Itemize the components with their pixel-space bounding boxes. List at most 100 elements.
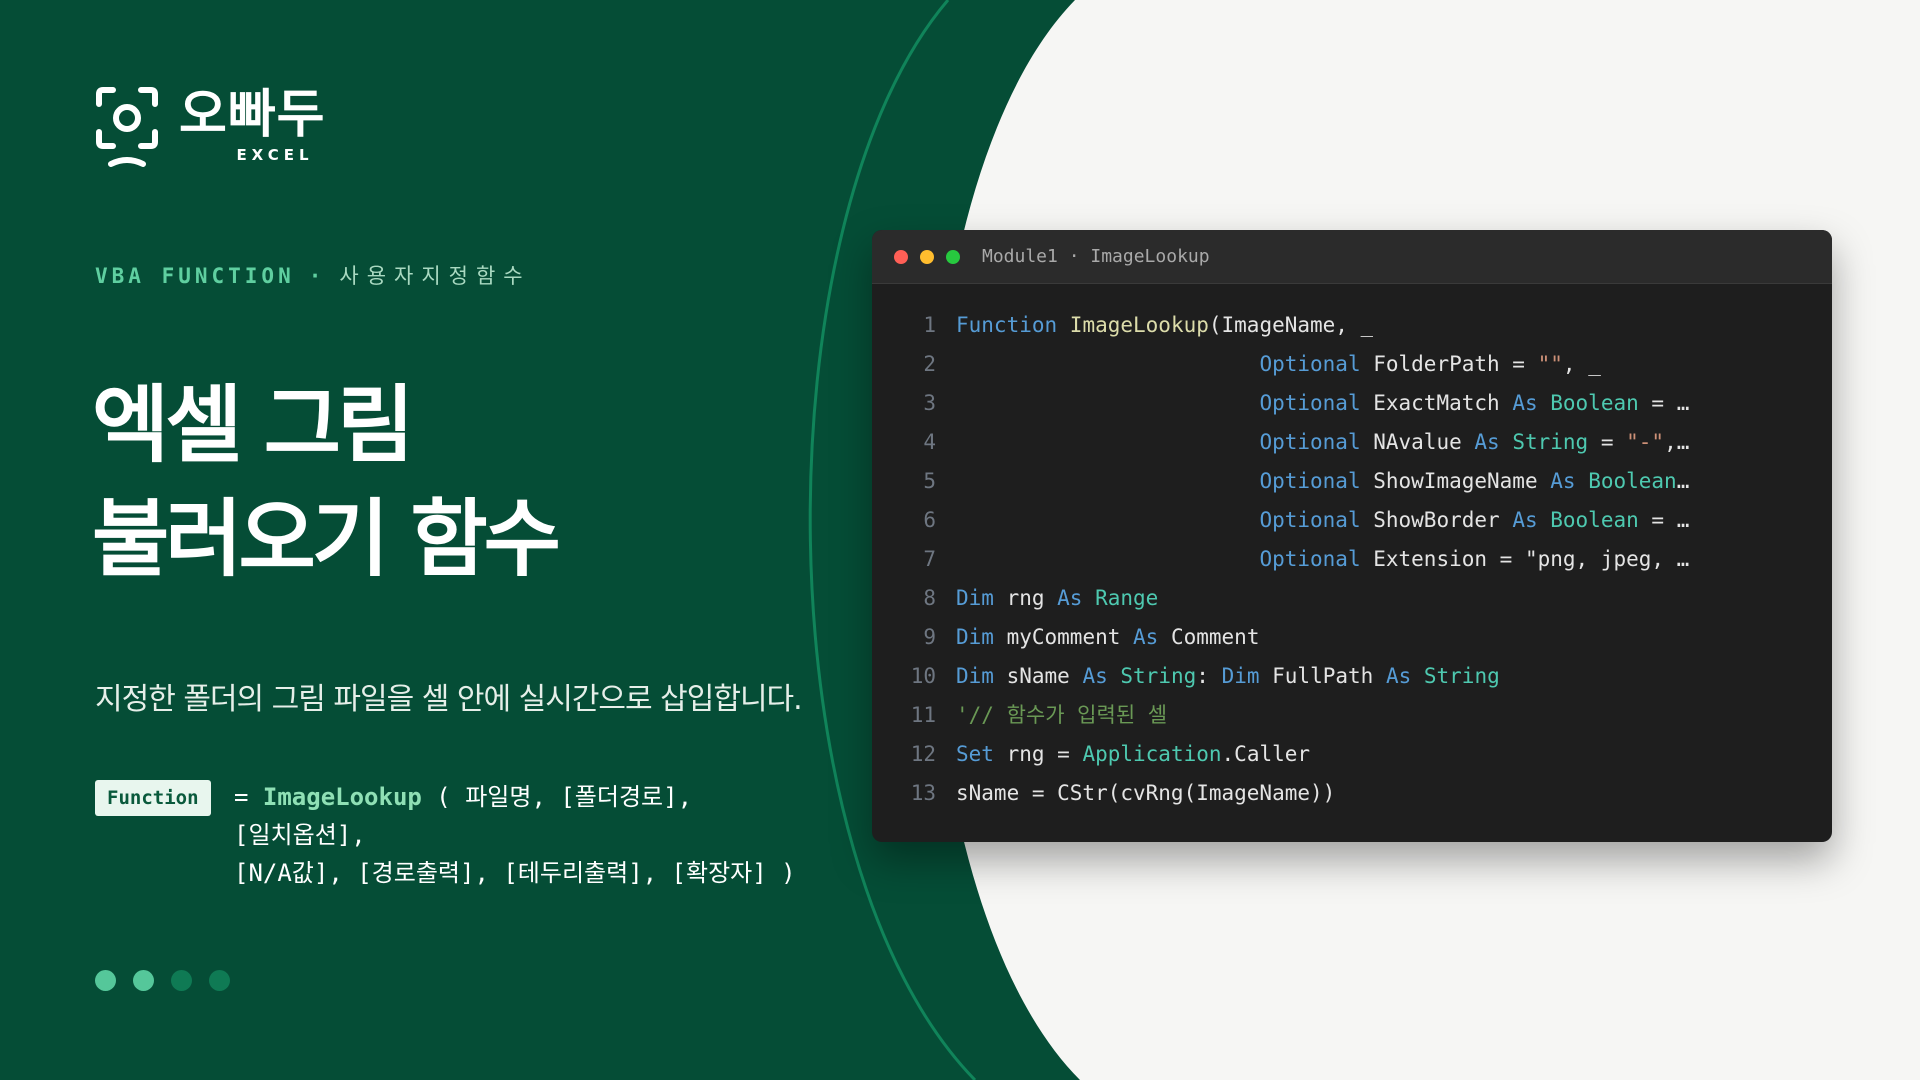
code-token: Boolean	[1537, 391, 1639, 415]
function-badge: Function	[95, 780, 211, 816]
code-token: NAvalue	[1360, 430, 1475, 454]
code-token: (ImageName, _	[1208, 313, 1374, 337]
title-line-2: 불러오기 함수	[92, 490, 561, 588]
code-token: As	[1512, 391, 1538, 415]
tagline-ko: 사용자지정함수	[339, 264, 531, 288]
code-token: ExactMatch	[1360, 391, 1513, 415]
line-number: 3	[923, 391, 936, 415]
line-number: 7	[923, 547, 936, 571]
window-close-button[interactable]	[894, 249, 908, 264]
code-token: '// 함수가 입력된 셀	[956, 703, 1168, 727]
code-token: sName = CStr(cvRng(ImageName))	[956, 781, 1336, 805]
line-number: 8	[923, 586, 936, 610]
code-token: As	[1133, 625, 1159, 649]
code-token: ShowImageName	[1360, 469, 1551, 493]
window-titlebar: Module1 · ImageLookup	[872, 230, 1832, 284]
code-token: As	[1550, 469, 1576, 493]
tagline-en: VBA FUNCTION	[95, 264, 295, 288]
line-number: 9	[923, 625, 936, 649]
code-line: 11 '// 함수가 입력된 셀	[872, 696, 1832, 735]
code-token: , _	[1562, 352, 1601, 376]
code-text: sName = CStr(cvRng(ImageName))	[956, 774, 1335, 813]
code-token: As	[1474, 430, 1500, 454]
window-title: Module1 · ImageLookup	[982, 246, 1210, 267]
code-token: Extension = "png, jpeg, …	[1360, 547, 1690, 571]
code-text: Optional ExactMatch As Boolean = …	[956, 384, 1689, 423]
code-token: "-"	[1626, 430, 1665, 454]
code-line: 10 Dim sName As String: Dim FullPath As S…	[872, 657, 1832, 696]
code-token: As	[1385, 664, 1412, 688]
line-number: 11	[910, 703, 936, 727]
brand-subtitle: EXCEL	[236, 146, 314, 164]
code-token: ImageLookup	[1069, 313, 1209, 337]
code-line: 1 Function ImageLookup(ImageName, _	[872, 306, 1832, 345]
code-token: As	[1082, 664, 1108, 688]
code-token: Optional	[1259, 430, 1361, 454]
code-token: Boolean	[1575, 469, 1677, 493]
code-token: Dim	[956, 586, 994, 610]
pager-dot[interactable]	[95, 970, 116, 991]
tagline-separator: ·	[308, 264, 326, 288]
code-token: Comment	[1158, 625, 1260, 649]
code-token: As	[1512, 508, 1538, 532]
window-maximize-button[interactable]	[946, 249, 960, 264]
syntax-line-1: = ImageLookup ( 파일명, [폴더경로],	[234, 778, 692, 816]
code-token: As	[1057, 586, 1083, 610]
code-line: 4 Optional NAvalue As String = "-",…	[872, 423, 1832, 462]
window-minimize-button[interactable]	[920, 249, 934, 264]
code-token: Application	[1082, 742, 1222, 766]
code-token: Dim	[956, 625, 994, 649]
code-token: ""	[1537, 352, 1563, 376]
code-token: =	[1588, 430, 1627, 454]
syntax-function-name: ImageLookup	[262, 783, 422, 811]
tagline: VBA FUNCTION · 사용자지정함수	[95, 260, 531, 290]
code-token: = …	[1638, 391, 1690, 415]
code-token: Optional	[1259, 391, 1361, 415]
code-text: Set rng = Application.Caller	[956, 735, 1310, 774]
code-area[interactable]: 1 Function ImageLookup(ImageName, _ 2 Opti…	[872, 284, 1832, 813]
line-number: 4	[923, 430, 936, 454]
code-token: …	[1676, 469, 1690, 493]
page-title: 엑셀 그림 불러오기 함수	[92, 368, 561, 596]
code-token: sName	[993, 664, 1083, 688]
code-token: Optional	[1259, 352, 1361, 376]
code-text: Optional Extension = "png, jpeg, …	[956, 540, 1689, 579]
code-line: 12 Set rng = Application.Caller	[872, 735, 1832, 774]
code-token: Optional	[1259, 508, 1361, 532]
description: 지정한 폴더의 그림 파일을 셀 안에 실시간으로 삽입합니다.	[95, 682, 803, 717]
title-line-1: 엑셀 그림	[92, 376, 414, 474]
code-line: 3 Optional ExactMatch As Boolean = …	[872, 384, 1832, 423]
code-token: Boolean	[1537, 508, 1639, 532]
code-line: 13 sName = CStr(cvRng(ImageName))	[872, 774, 1832, 813]
pager-dot[interactable]	[209, 970, 230, 991]
line-number: 1	[923, 313, 936, 337]
code-line: 6 Optional ShowBorder As Boolean = …	[872, 501, 1832, 540]
code-editor-window: Module1 · ImageLookup 1 Function ImageLoo…	[872, 230, 1832, 842]
pager-dot[interactable]	[133, 970, 154, 991]
code-token: rng	[993, 586, 1058, 610]
code-token: = …	[1638, 508, 1690, 532]
syntax-line-3: [N/A값], [경로출력], [테두리출력], [확장자] )	[234, 859, 796, 887]
brand-logo: 오빠두 EXCEL	[95, 86, 326, 170]
pager-dot[interactable]	[171, 970, 192, 991]
syntax-line-2: [일치옵션],	[234, 821, 366, 849]
code-token: Dim	[956, 664, 994, 688]
camera-face-icon	[96, 87, 158, 167]
code-token: String	[1107, 664, 1197, 688]
code-token: Optional	[1259, 469, 1361, 493]
line-number: 10	[910, 664, 936, 688]
line-number: 13	[910, 781, 936, 805]
code-text: '// 함수가 입력된 셀	[956, 696, 1167, 735]
code-token: Range	[1082, 586, 1159, 610]
code-token: FolderPath =	[1360, 352, 1538, 376]
code-token: Dim	[1221, 664, 1260, 688]
line-number: 12	[910, 742, 936, 766]
code-token: Set	[956, 742, 994, 766]
code-line: 8 Dim rng As Range	[872, 579, 1832, 618]
